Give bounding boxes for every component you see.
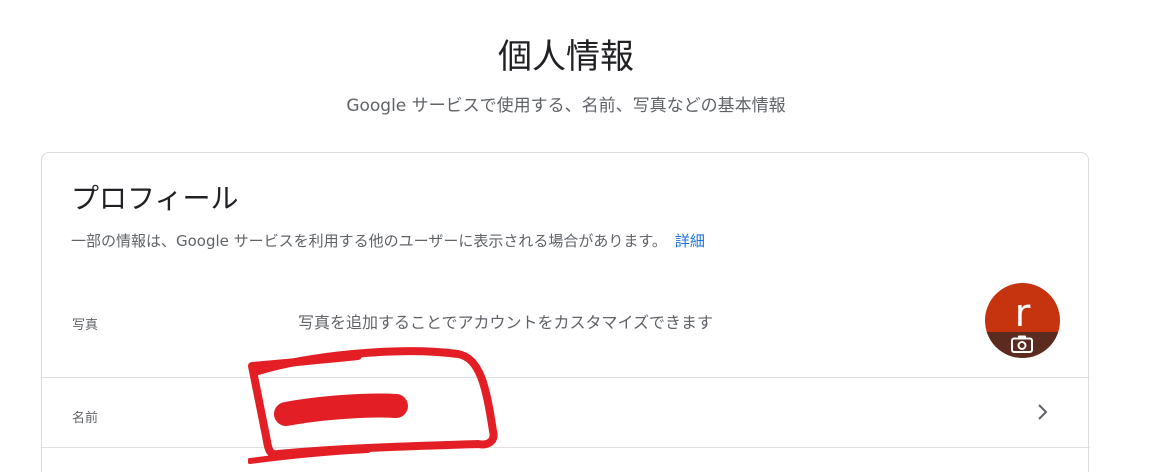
redaction-scribble bbox=[248, 347, 498, 464]
profile-card-description-text: 一部の情報は、Google サービスを利用する他のユーザーに表示される場合があり… bbox=[71, 232, 667, 250]
avatar-camera-band bbox=[985, 332, 1060, 358]
profile-card-description: 一部の情報は、Google サービスを利用する他のユーザーに表示される場合があり… bbox=[71, 230, 705, 252]
profile-card: プロフィール 一部の情報は、Google サービスを利用する他のユーザーに表示さ… bbox=[41, 152, 1090, 472]
photo-row-label: 写真 bbox=[72, 318, 99, 333]
name-row-label: 名前 bbox=[72, 411, 99, 426]
photo-row-value: 写真を追加することでアカウントをカスタマイズできます bbox=[298, 313, 714, 332]
camera-icon bbox=[1011, 335, 1033, 353]
photo-row[interactable]: 写真 写真を追加することでアカウントをカスタマイズできます r bbox=[42, 277, 1090, 378]
avatar[interactable]: r bbox=[985, 283, 1060, 358]
avatar-letter: r bbox=[1014, 291, 1031, 335]
profile-card-title: プロフィール bbox=[71, 182, 239, 215]
page-subtitle: Google サービスで使用する、名前、写真などの基本情報 bbox=[346, 96, 786, 116]
chevron-right-icon[interactable] bbox=[1036, 402, 1050, 422]
page-title: 個人情報 bbox=[498, 37, 634, 77]
details-link[interactable]: 詳細 bbox=[675, 232, 705, 250]
name-row[interactable]: 名前 bbox=[42, 378, 1090, 448]
